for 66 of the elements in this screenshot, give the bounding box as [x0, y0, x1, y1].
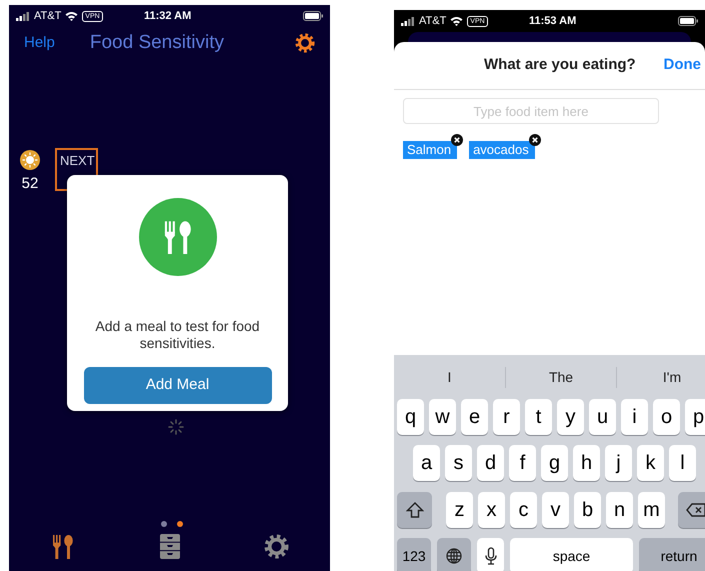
- wifi-icon: [450, 16, 464, 26]
- suggestion-item[interactable]: I: [394, 366, 505, 388]
- key[interactable]: b: [574, 492, 601, 528]
- key[interactable]: h: [573, 445, 600, 481]
- backspace-icon: [686, 503, 705, 517]
- done-button[interactable]: Done: [664, 54, 701, 77]
- backspace-key[interactable]: [678, 492, 705, 528]
- globe-icon: [446, 548, 462, 564]
- key[interactable]: f: [509, 445, 536, 481]
- score-value: 52: [22, 174, 38, 194]
- key[interactable]: u: [589, 399, 616, 435]
- remove-icon[interactable]: [451, 134, 464, 146]
- help-link[interactable]: Help: [24, 32, 55, 54]
- shift-icon: [406, 502, 424, 518]
- key[interactable]: t: [525, 399, 552, 435]
- key[interactable]: c: [510, 492, 537, 528]
- status-time: 11:53 AM: [529, 14, 576, 29]
- key[interactable]: a: [413, 445, 440, 481]
- food-input-field[interactable]: Type food item here: [403, 98, 659, 124]
- carrier-name: AT&T: [34, 8, 62, 24]
- shift-key[interactable]: [397, 492, 432, 528]
- key[interactable]: v: [542, 492, 569, 528]
- fork-spoon-icon: [138, 198, 216, 276]
- suggestion-item[interactable]: The: [505, 366, 616, 388]
- space-key[interactable]: space: [510, 538, 633, 571]
- carrier-name: AT&T: [419, 14, 446, 29]
- remove-icon[interactable]: [528, 134, 541, 146]
- key[interactable]: y: [557, 399, 584, 435]
- key[interactable]: s: [445, 445, 472, 481]
- status-time: 11:32 AM: [144, 8, 192, 24]
- sun-icon: [20, 150, 40, 170]
- signal-icon: [401, 16, 415, 26]
- key[interactable]: d: [477, 445, 504, 481]
- key[interactable]: m: [638, 492, 665, 528]
- spinner-icon: [168, 419, 184, 435]
- numbers-key[interactable]: 123: [397, 538, 431, 571]
- sheet-title: What are you eating?: [484, 55, 636, 76]
- globe-key[interactable]: [437, 538, 471, 571]
- key[interactable]: e: [461, 399, 488, 435]
- key[interactable]: n: [606, 492, 633, 528]
- key[interactable]: o: [653, 399, 680, 435]
- key[interactable]: g: [541, 445, 568, 481]
- cabinet-icon[interactable]: [160, 534, 180, 559]
- key[interactable]: w: [429, 399, 456, 435]
- signal-icon: [16, 12, 30, 20]
- key[interactable]: p: [685, 399, 705, 435]
- key[interactable]: r: [493, 399, 520, 435]
- battery-icon: [303, 11, 323, 21]
- key[interactable]: x: [478, 492, 505, 528]
- return-key[interactable]: return: [639, 538, 705, 571]
- key[interactable]: l: [669, 445, 696, 481]
- settings-icon[interactable]: [295, 33, 315, 53]
- dialog-message: Add a meal to test for food sensitivities.: [94, 318, 261, 352]
- wifi-icon: [65, 11, 78, 21]
- key[interactable]: i: [621, 399, 648, 435]
- key[interactable]: j: [605, 445, 632, 481]
- key[interactable]: q: [397, 399, 424, 435]
- key[interactable]: z: [446, 492, 473, 528]
- settings-icon[interactable]: [264, 534, 289, 559]
- microphone-icon: [484, 547, 496, 565]
- microphone-key[interactable]: [477, 538, 504, 571]
- app-title: Food Sensitivity: [90, 30, 224, 55]
- key[interactable]: k: [637, 445, 664, 481]
- battery-icon: [678, 16, 698, 26]
- add-meal-button[interactable]: Add Meal: [84, 367, 272, 404]
- suggestion-item[interactable]: I'm: [616, 366, 705, 388]
